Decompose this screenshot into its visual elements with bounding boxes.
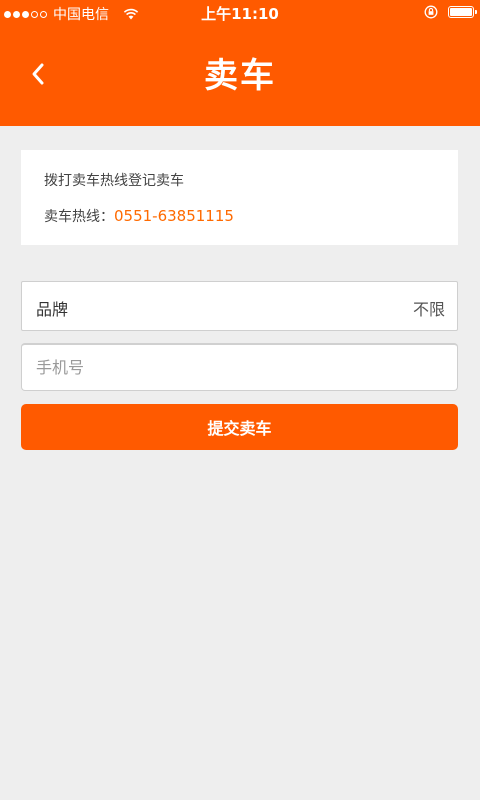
info-text: 拨打卖车热线登记卖车 xyxy=(44,173,184,189)
phone-field xyxy=(21,343,458,391)
hotline-row: 卖车热线：0551-63851115 xyxy=(44,206,234,226)
header-bar: 中国电信 上午11:10 卖车 xyxy=(0,0,480,126)
brand-label: 品牌 xyxy=(36,300,69,319)
hotline-number-link[interactable]: 0551-63851115 xyxy=(114,207,234,225)
page-title: 卖车 xyxy=(204,56,276,96)
submit-button[interactable]: 提交卖车 xyxy=(21,404,458,450)
orientation-lock-icon xyxy=(424,5,438,19)
status-right xyxy=(424,5,477,19)
status-time: 上午11:10 xyxy=(201,5,279,23)
brand-value: 不限 xyxy=(412,300,445,319)
battery-icon xyxy=(448,6,477,18)
brand-selector[interactable]: 品牌 不限 xyxy=(21,281,458,331)
phone-input[interactable] xyxy=(22,345,457,390)
status-bar: 中国电信 上午11:10 xyxy=(0,0,480,26)
hotline-label: 卖车热线： xyxy=(44,209,114,225)
nav-bar: 卖车 xyxy=(0,26,480,126)
info-card: 拨打卖车热线登记卖车 卖车热线：0551-63851115 xyxy=(21,150,458,245)
